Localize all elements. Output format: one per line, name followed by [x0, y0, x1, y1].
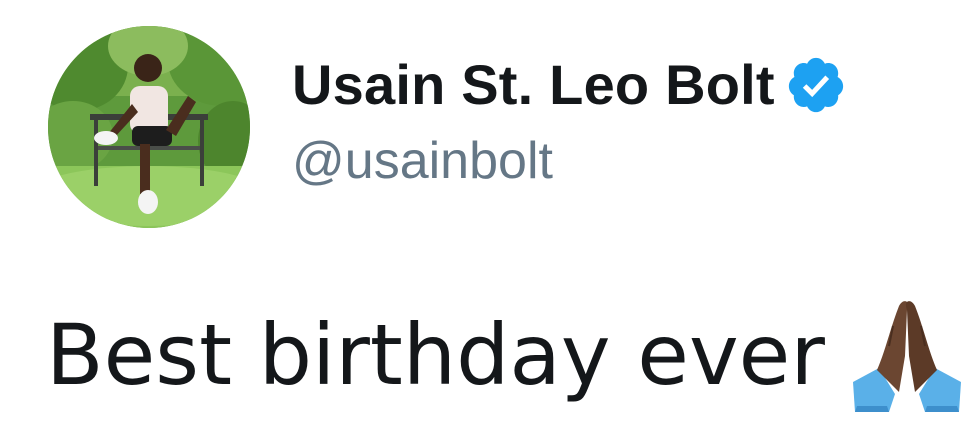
profile-photo-image	[48, 26, 250, 228]
avatar[interactable]	[48, 26, 250, 228]
author-display-name[interactable]: Usain St. Leo Bolt	[292, 48, 775, 122]
author-handle[interactable]: @usainbolt	[292, 128, 847, 194]
folded-hands-icon	[849, 296, 965, 414]
tweet-body: Best birthday ever	[46, 296, 965, 414]
tweet-text: Best birthday ever	[46, 306, 825, 404]
author-name-row[interactable]: Usain St. Leo Bolt	[292, 48, 847, 122]
user-info: Usain St. Leo Bolt @usainbolt	[292, 48, 847, 194]
verified-badge-icon	[785, 54, 847, 116]
tweet-card: Usain St. Leo Bolt @usainbolt Best birth…	[0, 0, 980, 436]
